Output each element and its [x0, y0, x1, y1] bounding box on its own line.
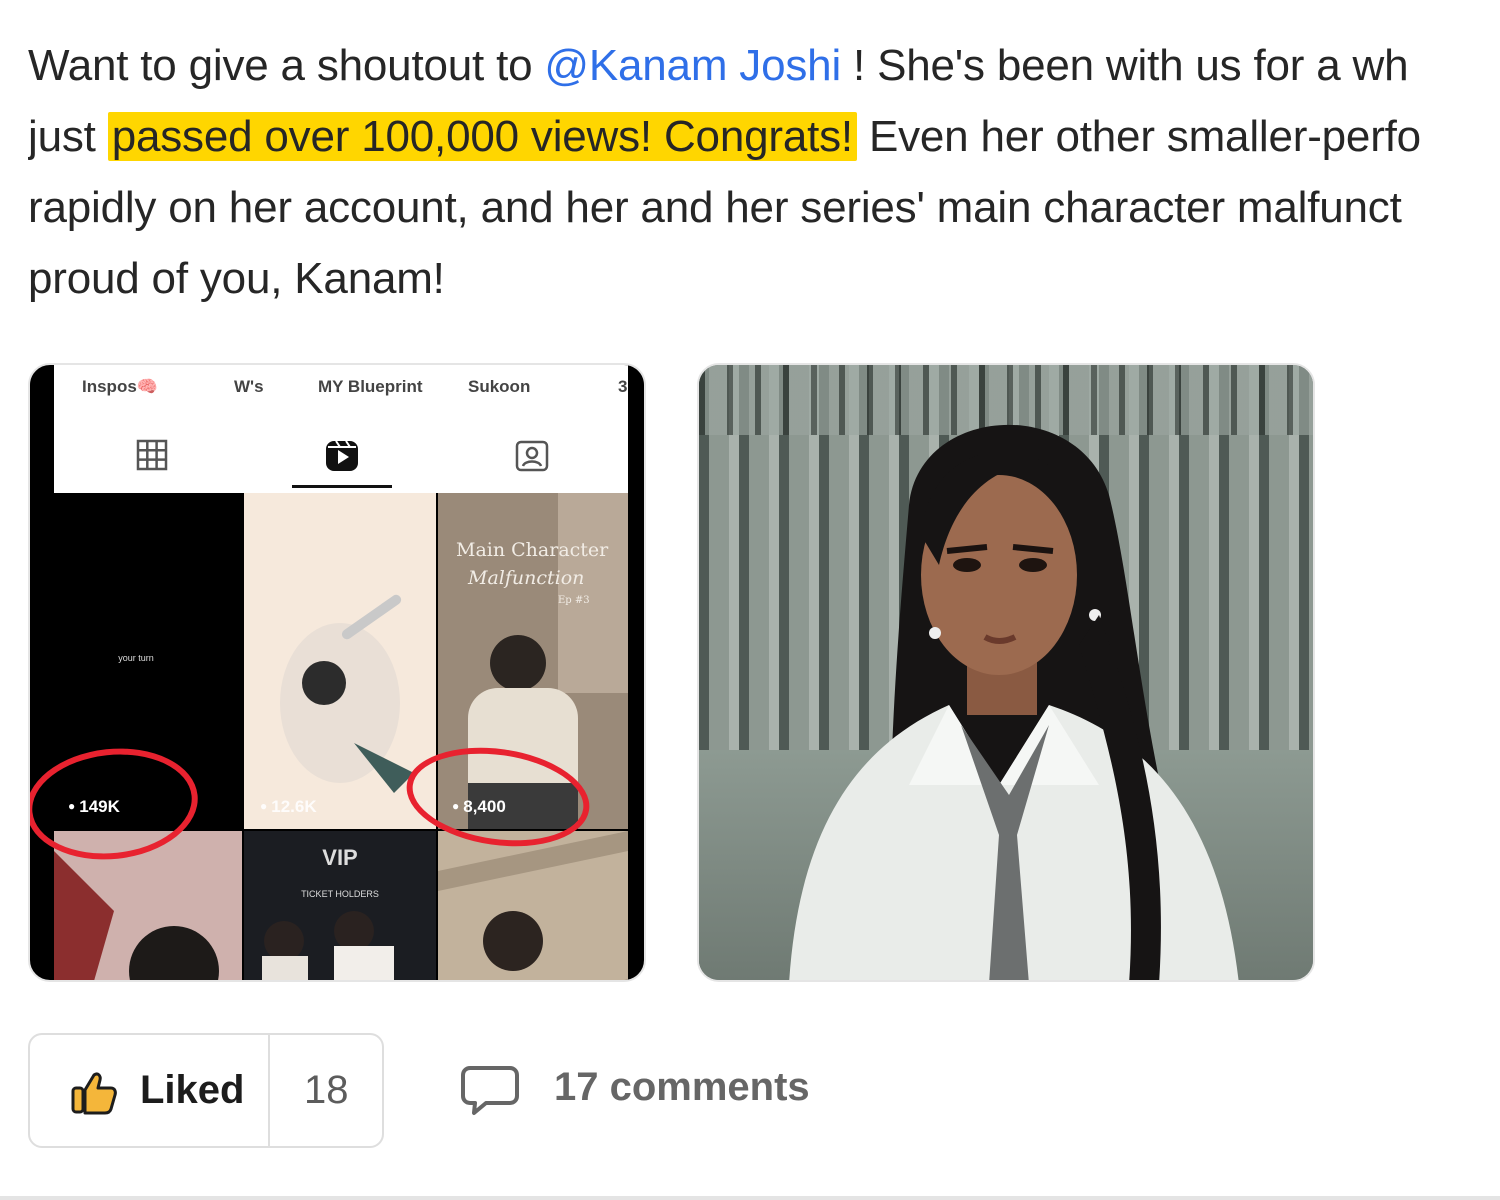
profile-tabs: [54, 435, 628, 485]
speech-bubble-icon: [461, 1066, 519, 1115]
thumbs-up-icon: [71, 1072, 117, 1115]
highlight-label: 3: [618, 377, 628, 396]
like-button[interactable]: Liked: [30, 1035, 270, 1146]
highlight-label: W's: [234, 377, 264, 396]
reel-thumbnail[interactable]: [438, 831, 628, 980]
post-text-segment: Even her other smaller-perfo: [856, 112, 1421, 161]
reel-episode: Ep #3: [558, 595, 590, 606]
user-mention-link[interactable]: @Kanam Joshi: [544, 41, 841, 90]
reels-icon: [326, 440, 358, 471]
like-button-group: Liked 18: [28, 1033, 384, 1148]
post-text-segment: ! She's been with us for a wh: [841, 41, 1409, 90]
portrait-figure: [789, 425, 1239, 980]
highlight-label: Sukoon: [468, 377, 531, 396]
reel-caption: your turn: [118, 653, 154, 663]
active-tab-indicator: [292, 485, 392, 488]
post-body: Want to give a shoutout to @Kanam Joshi …: [28, 30, 1500, 320]
post-text-segment: just: [28, 112, 108, 161]
profile-header: Inspos🧠 W's MY Blueprint Sukoon 3: [54, 365, 628, 493]
post-line-4: proud of you, Kanam!: [28, 254, 445, 303]
story-highlights: Inspos🧠 W's MY Blueprint Sukoon 3: [54, 377, 628, 401]
thumbnail-illustration: [438, 831, 628, 980]
post-text-segment: Want to give a shoutout to: [28, 41, 545, 90]
view-count: ● 12.6K: [260, 797, 317, 816]
attached-image-profile-screenshot[interactable]: Inspos🧠 W's MY Blueprint Sukoon 3 your t…: [28, 363, 646, 982]
reel-subtitle: Malfunction: [468, 567, 585, 589]
like-label: Liked: [140, 1068, 245, 1112]
divider: [268, 1035, 270, 1146]
reel-sublabel: TICKET HOLDERS: [301, 889, 379, 899]
reel-label: VIP: [322, 845, 358, 870]
reel-title: Main Character: [456, 539, 609, 561]
highlighted-text: passed over 100,000 views! Congrats!: [107, 112, 857, 161]
post-line-2: just passed over 100,000 views! Congrats…: [28, 101, 1500, 172]
divider: [0, 1196, 1500, 1200]
thumbnail-illustration: [262, 911, 394, 980]
reel-thumbnail[interactable]: VIP TICKET HOLDERS: [244, 831, 436, 980]
tagged-icon: [515, 440, 549, 472]
attached-image-portrait[interactable]: [697, 363, 1315, 982]
highlight-label: MY Blueprint: [318, 377, 423, 396]
comments-count-label: 17 comments: [554, 1065, 810, 1109]
grid-icon: [136, 439, 168, 471]
post-line-3: rapidly on her account, and her and her …: [28, 183, 1402, 232]
like-count[interactable]: 18: [304, 1068, 349, 1113]
post-line-1: Want to give a shoutout to @Kanam Joshi …: [28, 30, 1500, 101]
highlight-label: Inspos🧠: [82, 377, 158, 396]
